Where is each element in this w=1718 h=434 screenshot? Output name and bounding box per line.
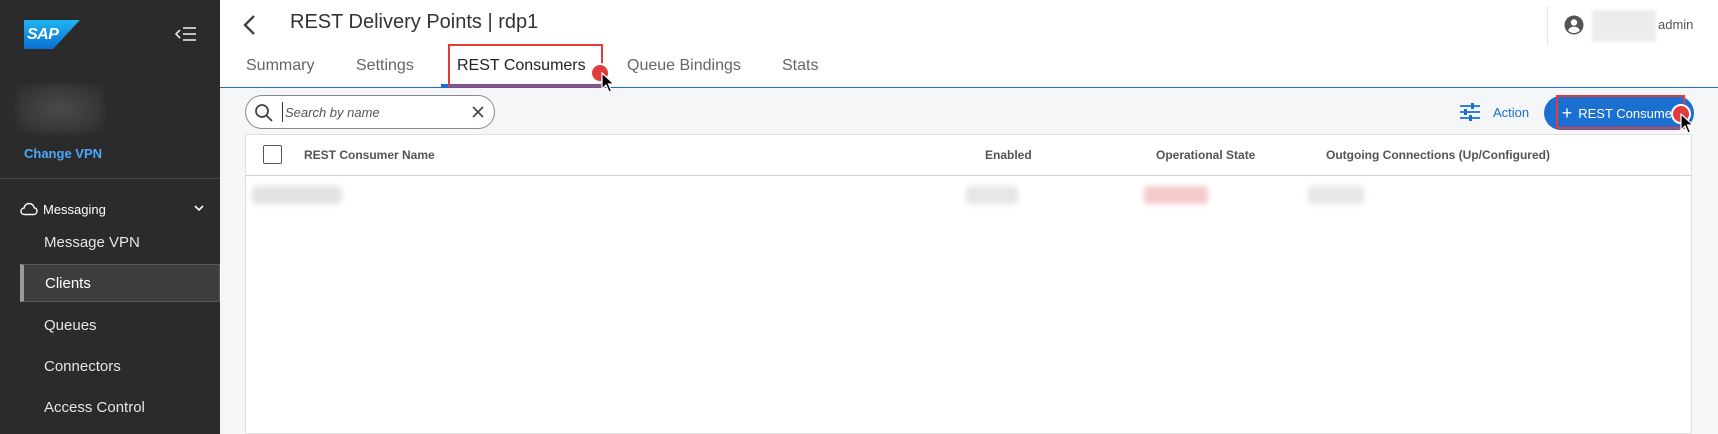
tab-queue-bindings[interactable]: Queue Bindings bbox=[627, 57, 741, 75]
change-vpn-link[interactable]: Change VPN bbox=[24, 146, 102, 161]
cloud-icon bbox=[20, 202, 38, 216]
redacted-enabled-cell bbox=[966, 186, 1018, 204]
search-box[interactable] bbox=[245, 95, 495, 129]
action-label: Action bbox=[1493, 104, 1530, 120]
sidebar-item-clients[interactable]: Clients bbox=[20, 264, 220, 302]
table-header: REST Consumer Name Enabled Operational S… bbox=[246, 135, 1691, 176]
select-all-checkbox[interactable] bbox=[263, 145, 282, 164]
search-input[interactable] bbox=[282, 102, 457, 122]
sidebar: SAP Change VPN Messaging Message VPN Cli… bbox=[0, 0, 220, 434]
tab-rest-consumers[interactable]: REST Consumers bbox=[457, 57, 586, 75]
tab-summary[interactable]: Summary bbox=[246, 57, 314, 75]
add-rest-consumer-button[interactable]: + REST Consumer bbox=[1544, 96, 1694, 130]
action-button[interactable]: Action bbox=[1459, 100, 1529, 124]
rest-consumers-table: REST Consumer Name Enabled Operational S… bbox=[245, 134, 1692, 434]
collapse-menu-icon[interactable] bbox=[175, 25, 197, 43]
sidebar-item-message-vpn[interactable]: Message VPN bbox=[20, 224, 220, 262]
redacted-state-cell bbox=[1144, 186, 1208, 204]
sap-logo[interactable]: SAP bbox=[24, 20, 80, 49]
tab-stats[interactable]: Stats bbox=[782, 57, 818, 75]
add-rest-consumer-label: REST Consumer bbox=[1578, 105, 1677, 121]
column-header-operational-state[interactable]: Operational State bbox=[1156, 148, 1255, 162]
user-name[interactable]: admin bbox=[1658, 17, 1693, 32]
column-header-outgoing-connections[interactable]: Outgoing Connections (Up/Configured) bbox=[1326, 148, 1550, 162]
chevron-down-icon[interactable] bbox=[193, 202, 205, 214]
back-arrow-icon[interactable] bbox=[240, 12, 262, 38]
sidebar-item-queues[interactable]: Queues bbox=[20, 307, 220, 345]
sidebar-item-connectors[interactable]: Connectors bbox=[20, 348, 220, 386]
sidebar-group-label: Messaging bbox=[43, 201, 106, 217]
user-identity-redacted bbox=[1592, 10, 1656, 42]
sliders-icon bbox=[1460, 103, 1480, 121]
click-marker bbox=[590, 63, 610, 83]
page-title: REST Delivery Points | rdp1 bbox=[290, 11, 539, 33]
header-divider bbox=[1547, 6, 1548, 46]
plus-icon: + bbox=[1561, 103, 1573, 123]
sidebar-item-access-control[interactable]: Access Control bbox=[20, 389, 220, 427]
sidebar-group-messaging[interactable]: Messaging bbox=[20, 198, 205, 220]
redacted-connections-cell bbox=[1308, 186, 1364, 204]
column-header-enabled[interactable]: Enabled bbox=[985, 148, 1032, 162]
column-header-name[interactable]: REST Consumer Name bbox=[304, 148, 435, 162]
clear-icon[interactable] bbox=[470, 104, 486, 120]
search-icon bbox=[255, 104, 273, 122]
sidebar-divider bbox=[0, 178, 220, 179]
vpn-avatar bbox=[16, 84, 104, 134]
tab-settings[interactable]: Settings bbox=[356, 57, 414, 75]
redacted-name-cell bbox=[252, 186, 342, 204]
user-avatar-icon[interactable] bbox=[1564, 15, 1584, 35]
